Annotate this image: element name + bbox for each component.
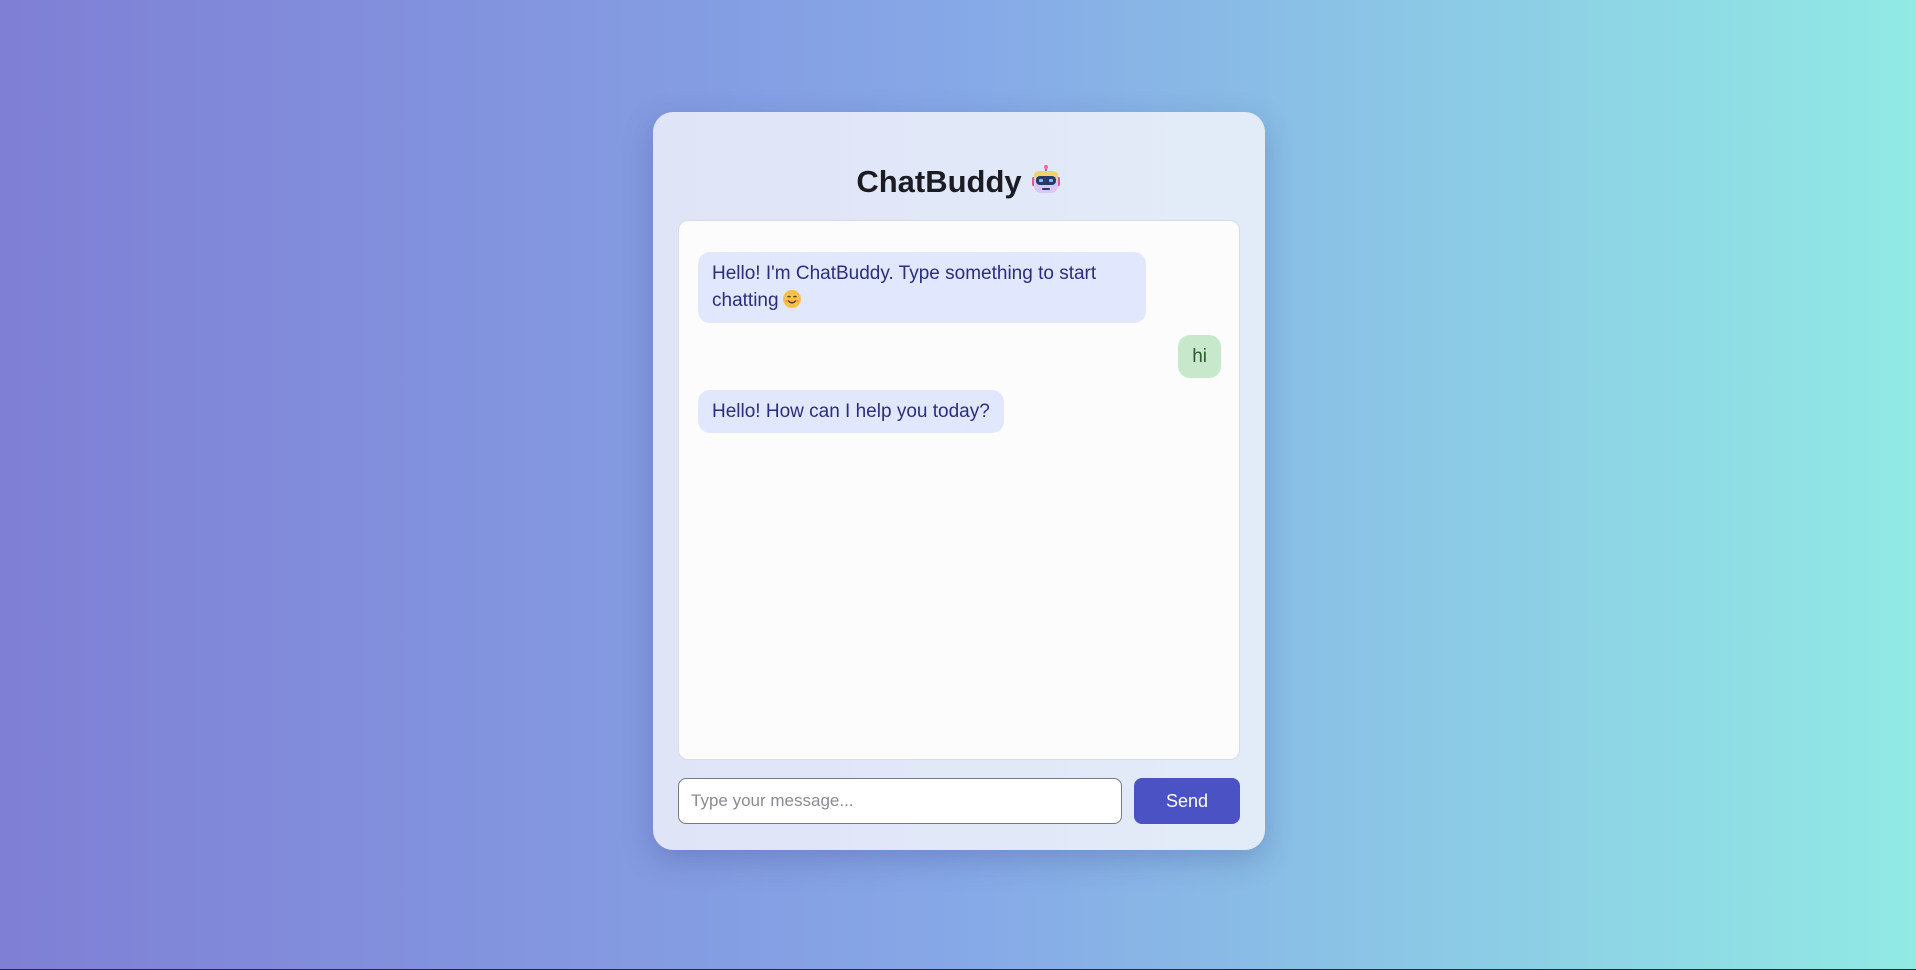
- bot-message: Hello! I'm ChatBuddy. Type something to …: [698, 252, 1146, 323]
- robot-icon: [1030, 165, 1062, 197]
- smiling-face-icon: [782, 289, 802, 309]
- chat-card: ChatBuddy Hello! I'm ChatBuddy. Type som…: [653, 112, 1265, 850]
- message-input[interactable]: [678, 778, 1122, 824]
- bot-message-text: Hello! I'm ChatBuddy. Type something to …: [712, 263, 1097, 311]
- app-title: ChatBuddy: [856, 164, 1022, 199]
- chat-history[interactable]: Hello! I'm ChatBuddy. Type something to …: [678, 220, 1240, 760]
- send-button[interactable]: Send: [1134, 778, 1240, 824]
- user-message: hi: [1178, 335, 1221, 378]
- app-header: ChatBuddy: [653, 162, 1265, 202]
- bot-message: Hello! How can I help you today?: [698, 390, 1004, 433]
